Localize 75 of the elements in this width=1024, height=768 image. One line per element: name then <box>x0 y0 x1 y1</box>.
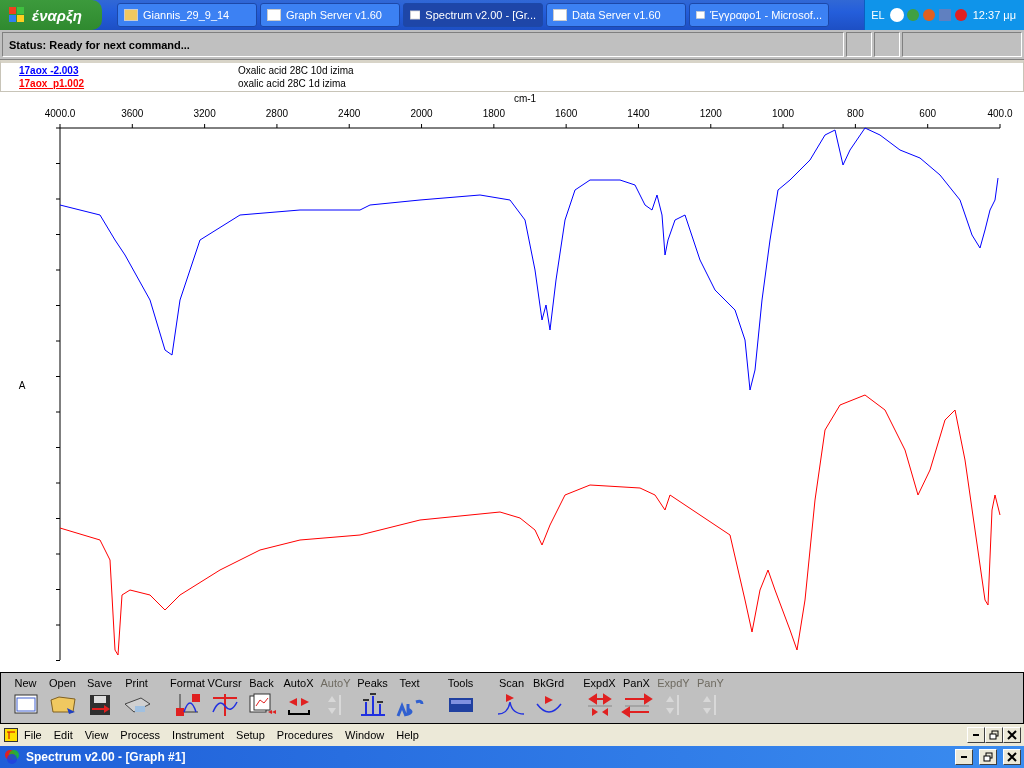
tick-label: 1000 <box>771 108 795 119</box>
axis-label: A <box>18 380 26 391</box>
color-wheel-icon <box>4 749 20 765</box>
toolbar-button[interactable]: ExpdX <box>581 677 618 721</box>
tick-label: 3200 <box>193 108 216 119</box>
menu-item[interactable]: View <box>78 729 115 741</box>
toolbar-button[interactable]: Print <box>118 677 155 721</box>
minimize-button[interactable] <box>955 749 973 765</box>
graph-document-icon <box>4 728 18 742</box>
toolbar-button[interactable]: VCursr <box>206 677 243 721</box>
taskbar-button[interactable]: Έγγραφο1 - Microsof... <box>689 3 829 27</box>
menu-item[interactable]: File <box>18 729 48 741</box>
tick-label: 2400 <box>338 108 361 119</box>
taskbar-button[interactable]: Giannis_29_9_14 <box>117 3 257 27</box>
series-name: 17aox -2.003 <box>19 65 80 76</box>
tick-label: 4000.0 <box>44 108 76 119</box>
menu-item[interactable]: Help <box>390 729 425 741</box>
app-window-icon <box>553 9 567 21</box>
minimize-icon <box>973 734 979 736</box>
minimize-button[interactable] <box>967 727 985 743</box>
tick-label: 2800 <box>265 108 289 119</box>
series-description: oxalic acid 28C 1d izima <box>238 78 346 89</box>
menu-item[interactable]: Edit <box>47 729 79 741</box>
clock: 12:37 μμ <box>972 9 1016 21</box>
taskbar-button[interactable]: Spectrum v2.00 - [Gr... <box>403 3 543 27</box>
toolbar-button[interactable]: PanX <box>618 677 655 721</box>
menu-item[interactable]: Instrument <box>166 729 231 741</box>
toolbar-button[interactable]: Tools <box>442 677 479 721</box>
close-icon <box>1007 752 1017 762</box>
minimize-icon <box>961 756 967 758</box>
toolbar-button[interactable]: Peaks <box>354 677 391 721</box>
status-text: Status: Ready for next command... <box>2 32 844 57</box>
app-window-icon <box>124 9 138 21</box>
toolbar-button[interactable]: Open <box>44 677 81 721</box>
tick-label: 1200 <box>699 108 722 119</box>
tick-label: 3600 <box>121 108 144 119</box>
series-name: 17aox_p1.002 <box>19 78 86 89</box>
app-window-icon <box>410 9 421 21</box>
menu-item[interactable]: Process <box>114 729 167 741</box>
restore-icon <box>989 730 999 740</box>
series-description: Oxalic acid 28C 10d izima <box>238 65 354 76</box>
tick-label: 1400 <box>627 108 650 119</box>
taskbar-button[interactable]: Data Server v1.60 <box>546 3 686 27</box>
close-button[interactable] <box>1003 749 1021 765</box>
pan-arrows-icon <box>620 690 653 718</box>
tick-label: 800 <box>847 108 864 119</box>
tick-label: 400.0 <box>987 108 1013 119</box>
start-button[interactable]: έναρξη <box>0 0 102 30</box>
toolbar-button[interactable]: New <box>7 677 44 721</box>
app-window-icon <box>267 9 281 21</box>
menu-item[interactable]: Setup <box>230 729 271 741</box>
restore-button[interactable] <box>979 749 997 765</box>
menu-item[interactable]: Procedures <box>270 729 340 741</box>
toolbar-button[interactable]: Back <box>243 677 280 721</box>
toolbar-button[interactable]: BkGrd <box>530 677 567 721</box>
close-icon <box>1007 730 1017 740</box>
tick-label: 600 <box>919 108 937 119</box>
toolbar-button[interactable]: AutoX <box>280 677 317 721</box>
restore-icon <box>983 752 993 762</box>
app-window-icon <box>696 9 705 21</box>
axis-label: cm-1 <box>513 93 537 104</box>
tick-label: 1800 <box>482 108 505 119</box>
toolbar-button[interactable]: Scan <box>493 677 530 721</box>
toolbar-button[interactable]: Save <box>81 677 118 721</box>
tick-label: 1600 <box>555 108 578 119</box>
toolbar-button[interactable]: Text <box>391 677 428 721</box>
windows-flag-icon <box>8 6 26 24</box>
restore-button[interactable] <box>985 727 1003 743</box>
window-title: Spectrum v2.00 - [Graph #1] <box>26 750 187 764</box>
menu-item[interactable]: Window <box>339 729 391 741</box>
tick-label: 2000 <box>410 108 433 119</box>
tray-icons[interactable] <box>888 7 969 23</box>
toolbar-button[interactable]: Format <box>169 677 206 721</box>
taskbar-button[interactable]: Graph Server v1.60 <box>260 3 400 27</box>
close-button[interactable] <box>1003 727 1021 743</box>
